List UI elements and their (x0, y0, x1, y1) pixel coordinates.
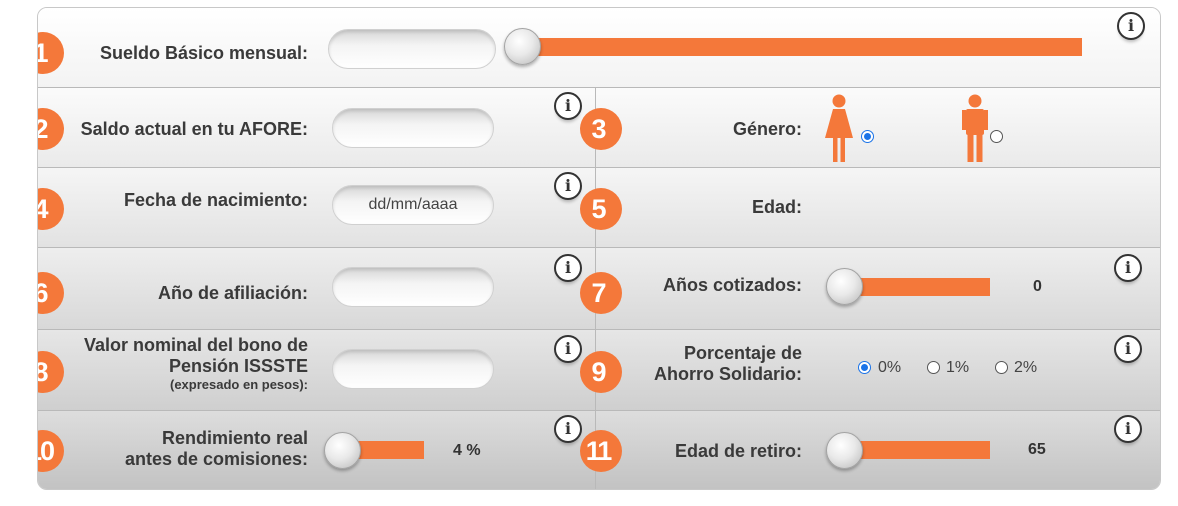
label-ahorro-line2: Ahorro Solidario: (654, 364, 802, 384)
label-genero: Género: (732, 119, 802, 139)
label-bono-line1: Valor nominal del bono de (83, 335, 308, 355)
ahorro-2-radio[interactable] (995, 361, 1008, 374)
label-ahorro-line1: Porcentaje de (683, 343, 802, 363)
step-number-5: 5 (580, 188, 622, 230)
retirement-calculator-form: 1 Sueldo Básico mensual: i 2 Saldo actua… (37, 7, 1161, 490)
ahorro-0-label[interactable]: 0% (878, 359, 901, 377)
gender-female-radio[interactable] (861, 130, 874, 143)
sueldo-input[interactable] (328, 29, 496, 69)
info-icon[interactable]: i (1114, 254, 1142, 282)
info-icon[interactable]: i (554, 254, 582, 282)
step-number-4: 4 (38, 188, 64, 230)
male-icon[interactable] (962, 94, 988, 162)
label-bono-issste: Valor nominal del bono de Pensión ISSSTE… (48, 335, 308, 393)
label-fecha-nacimiento: Fecha de nacimiento: (123, 190, 308, 210)
label-saldo-afore: Saldo actual en tu AFORE: (80, 119, 308, 139)
info-icon[interactable]: i (554, 415, 582, 443)
label-rendimiento-line1: Rendimiento real (161, 428, 308, 448)
label-ahorro-solidario: Porcentaje de Ahorro Solidario: (606, 343, 802, 385)
info-icon[interactable]: i (1114, 335, 1142, 363)
rendimiento-value: 4 % (453, 442, 481, 459)
info-icon[interactable]: i (554, 92, 582, 120)
sueldo-slider-handle[interactable] (504, 28, 541, 65)
label-edad: Edad: (751, 197, 802, 217)
sueldo-slider-track[interactable] (522, 38, 1082, 56)
anos-cotizados-slider-handle[interactable] (826, 268, 863, 305)
label-bono-line2: Pensión ISSSTE (168, 356, 308, 376)
bono-issste-input[interactable] (332, 349, 494, 389)
info-icon[interactable]: i (554, 335, 582, 363)
row-sueldo: 1 Sueldo Básico mensual: i (38, 8, 1160, 88)
ahorro-1-radio[interactable] (927, 361, 940, 374)
anos-cotizados-value: 0 (1033, 278, 1042, 295)
edad-retiro-slider-handle[interactable] (826, 432, 863, 469)
gender-male-radio[interactable] (990, 130, 1003, 143)
step-number-10: 10 (38, 430, 64, 472)
label-anos-cotizados: Años cotizados: (662, 275, 802, 295)
row-afore-genero: 2 Saldo actual en tu AFORE: i 3 Género: (38, 88, 1160, 168)
ahorro-2-label[interactable]: 2% (1014, 359, 1037, 377)
label-edad-retiro: Edad de retiro: (674, 441, 802, 461)
row-fecha-edad: 4 Fecha de nacimiento: i 5 Edad: (38, 168, 1160, 248)
info-icon[interactable]: i (1114, 415, 1142, 443)
rendimiento-slider-handle[interactable] (324, 432, 361, 469)
ano-afiliacion-input[interactable] (332, 267, 494, 307)
fecha-nacimiento-input[interactable] (332, 185, 494, 225)
ahorro-0-radio[interactable] (858, 361, 871, 374)
label-sueldo-basico: Sueldo Básico mensual: (99, 43, 308, 63)
saldo-afore-input[interactable] (332, 108, 494, 148)
row-afiliacion-cotizados: 6 Año de afiliación: i 7 Años cotizados:… (38, 248, 1160, 330)
row-bono-ahorro: 8 Valor nominal del bono de Pensión ISSS… (38, 330, 1160, 411)
label-ano-afiliacion: Año de afiliación: (157, 283, 308, 303)
step-number-3: 3 (580, 108, 622, 150)
label-rendimiento-line2: antes de comisiones: (124, 449, 308, 469)
step-number-6: 6 (38, 272, 64, 314)
row-rendimiento-retiro: 10 Rendimiento real antes de comisiones:… (38, 411, 1160, 489)
step-number-2: 2 (38, 108, 64, 150)
step-number-1: 1 (38, 32, 64, 74)
label-bono-note: (expresado en pesos): (170, 377, 308, 392)
female-icon[interactable] (824, 94, 854, 162)
label-rendimiento: Rendimiento real antes de comisiones: (68, 428, 308, 470)
ahorro-1-label[interactable]: 1% (946, 359, 969, 377)
info-icon[interactable]: i (1117, 12, 1145, 40)
info-icon[interactable]: i (554, 172, 582, 200)
edad-retiro-value: 65 (1028, 441, 1046, 458)
